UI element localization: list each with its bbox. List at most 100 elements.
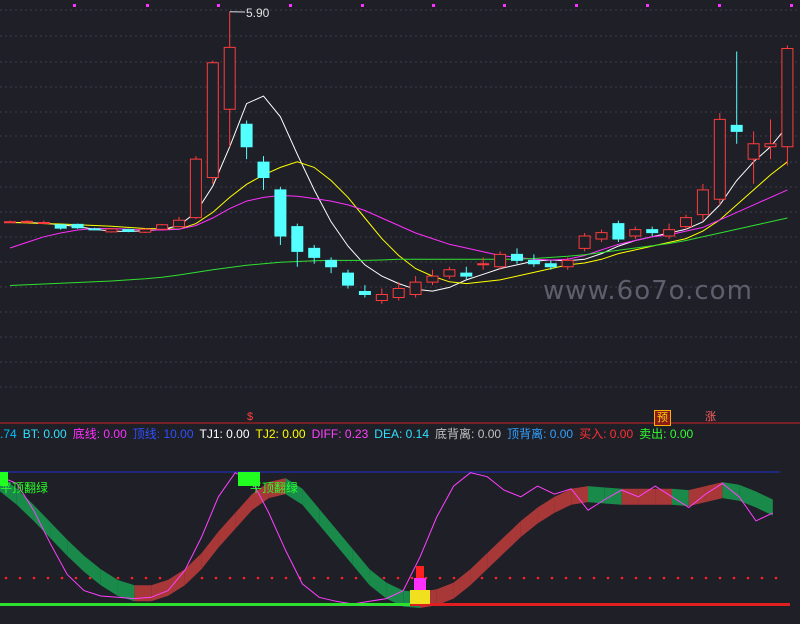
baseline-red <box>410 603 790 606</box>
candle-body <box>173 219 185 228</box>
candle-body <box>578 235 591 249</box>
legend-value: 0.00 <box>546 427 574 441</box>
candle-body <box>764 143 777 148</box>
macd-ribbon-segment <box>756 491 773 516</box>
candle-body <box>325 259 338 268</box>
candle-body <box>460 272 473 277</box>
candle-body <box>595 232 608 240</box>
level-dot <box>158 576 162 580</box>
macd-ribbon-segment <box>487 537 504 570</box>
candle-body <box>747 143 760 160</box>
signal-yellow <box>410 590 430 604</box>
candle-body <box>54 224 67 229</box>
ma-line-ma20 <box>9 189 788 261</box>
candle-body <box>240 123 253 148</box>
chart-root: www.6o7o.com .74 BT: 0.00 底线: 0.00 顶线: 10.0… <box>0 0 800 624</box>
candle-body <box>663 229 676 237</box>
candle-body <box>646 229 659 234</box>
legend-item: 顶线: 10.00 <box>133 427 194 441</box>
legend-item: 底背离: 0.00 <box>435 427 501 441</box>
legend-name: .74 <box>0 427 17 441</box>
top-dot <box>289 4 292 7</box>
level-dot <box>564 576 568 580</box>
level-dot <box>130 576 134 580</box>
macd-ribbon-segment <box>520 507 538 537</box>
candle-body <box>443 269 456 277</box>
macd-ribbon-segment <box>453 569 471 599</box>
candle-body <box>781 48 794 148</box>
flip-label-2: 平顶翻绿 <box>250 481 299 495</box>
candle-body <box>544 263 557 268</box>
macd-ribbon-segment <box>84 555 101 586</box>
legend-name: TJ2: <box>255 427 279 441</box>
top-dot <box>503 4 506 7</box>
level-dot <box>690 576 694 580</box>
legend-item: BT: 0.00 <box>23 427 67 441</box>
legend-value: 10.00 <box>160 427 194 441</box>
legend-name: 卖出: <box>639 427 667 441</box>
level-dot <box>536 576 540 580</box>
signal-marker-yu: 预 <box>654 410 671 426</box>
top-dot <box>646 4 649 7</box>
level-dot <box>340 576 344 580</box>
legend-item: 底线: 0.00 <box>73 427 127 441</box>
level-dot <box>382 576 386 580</box>
candle-body <box>37 222 50 224</box>
signal-marker-s: $ <box>247 411 254 423</box>
top-dot <box>146 4 149 7</box>
candle-body <box>358 291 371 295</box>
level-dot <box>634 576 638 580</box>
legend-item: 买入: 0.00 <box>579 427 633 441</box>
signal-red <box>416 566 424 578</box>
candle-body <box>477 263 490 266</box>
legend-name: 底背离: <box>435 427 475 441</box>
macd-ribbon-segment <box>218 512 236 548</box>
level-dot <box>270 576 274 580</box>
macd-ribbon-segment <box>67 539 84 572</box>
level-dot <box>704 576 708 580</box>
level-dot <box>760 576 764 580</box>
legend-item: 顶背离: 0.00 <box>507 427 573 441</box>
level-dot <box>662 576 666 580</box>
candle-body <box>561 259 574 268</box>
level-dot <box>242 576 246 580</box>
level-dot <box>592 576 596 580</box>
legend-item: TJ2: 0.00 <box>256 427 306 441</box>
level-dot <box>508 576 512 580</box>
level-dot <box>648 576 652 580</box>
candle-body <box>122 229 135 232</box>
level-dot <box>480 576 484 580</box>
top-dot <box>73 4 76 7</box>
macd-ribbon-segment <box>537 496 555 524</box>
level-dot <box>116 576 120 580</box>
candle-body <box>409 281 422 295</box>
legend-item: .74 <box>0 427 17 441</box>
level-dot <box>144 576 148 580</box>
level-dot <box>606 576 610 580</box>
legend-name: 底线: <box>72 427 101 441</box>
level-dot <box>732 576 736 580</box>
candle-body <box>105 228 118 233</box>
level-dot <box>326 576 330 580</box>
signal-marker-zhang: 涨 <box>705 411 716 423</box>
legend-value: 0.00 <box>666 427 694 441</box>
level-dot <box>578 576 582 580</box>
legend-value: 0.00 <box>222 427 250 441</box>
macd-ribbon-segment <box>50 522 68 556</box>
level-dot <box>214 576 218 580</box>
legend-value: 0.23 <box>341 427 369 441</box>
level-dot <box>200 576 204 580</box>
candle-body <box>713 118 726 200</box>
level-dot <box>774 576 778 580</box>
macd-ribbon-segment <box>369 569 387 599</box>
candle-body <box>88 228 101 231</box>
candle-body <box>139 228 152 233</box>
level-dot <box>354 576 358 580</box>
level-dot <box>522 576 526 580</box>
legend-name: 顶背离: <box>507 427 547 441</box>
top-dot <box>361 4 364 7</box>
macd-ribbon-segment <box>604 487 622 505</box>
macd-ribbon-segment <box>151 579 168 602</box>
macd-ribbon-segment <box>571 486 588 505</box>
level-dot <box>284 576 288 580</box>
